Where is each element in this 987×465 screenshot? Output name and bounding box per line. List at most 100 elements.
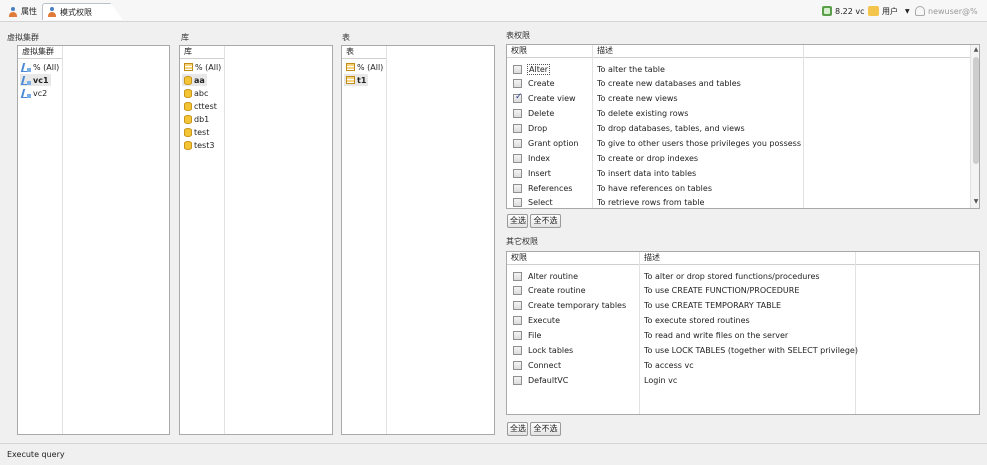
other-privilege-row-create-routine[interactable]: Create routine To use CREATE FUNCTION/PR…: [507, 283, 799, 297]
privilege-description: To use CREATE FUNCTION/PROCEDURE: [644, 285, 800, 295]
other-privilege-row-file[interactable]: File To read and write files on the serv…: [507, 328, 788, 342]
other-privilege-row-connect[interactable]: Connect To access vc: [507, 358, 694, 372]
other-privileges-deselect-all-button[interactable]: 全不选: [530, 422, 561, 436]
privilege-checkbox[interactable]: [513, 285, 522, 295]
cluster-item-all[interactable]: % (All): [20, 61, 61, 73]
cluster-item-vc1[interactable]: vc1: [20, 74, 51, 86]
privilege-checkbox[interactable]: [513, 153, 522, 163]
database-item-aa[interactable]: aa: [182, 74, 207, 86]
table-icon: [346, 63, 355, 71]
privilege-description: Login vc: [644, 375, 678, 385]
database-item-all[interactable]: % (All): [182, 61, 223, 73]
database-item-label: db1: [194, 114, 210, 124]
user-menu[interactable]: 用户 ▼: [868, 5, 910, 17]
privilege-checkbox[interactable]: [513, 138, 522, 148]
tab-schema-privileges-label: 模式权限: [60, 7, 92, 17]
privilege-row-drop[interactable]: Drop To drop databases, tables, and view…: [507, 121, 745, 135]
database-icon: [184, 88, 192, 98]
tab-properties[interactable]: 属性: [4, 3, 41, 20]
tab-schema-privileges[interactable]: 模式权限: [42, 3, 108, 20]
description-column-header[interactable]: 描述: [593, 45, 803, 58]
users-icon: [868, 6, 879, 16]
database-item-test[interactable]: test: [182, 126, 211, 138]
other-privilege-row-lock-tables[interactable]: Lock tables To use LOCK TABLES (together…: [507, 343, 858, 357]
database-icon: [184, 140, 192, 150]
cluster-item-vc2[interactable]: vc2: [20, 87, 49, 99]
privilege-row-create[interactable]: Create To create new databases and table…: [507, 76, 741, 90]
table-item-t1[interactable]: t1: [344, 74, 369, 86]
scroll-up-icon[interactable]: ▲: [971, 45, 979, 55]
tables-list[interactable]: 表 % (All) t1: [341, 45, 495, 435]
privilege-checkbox[interactable]: [513, 108, 522, 118]
privilege-description: To alter the table: [597, 64, 665, 74]
table-item-all[interactable]: % (All): [344, 61, 385, 73]
description-column-header[interactable]: 描述: [640, 252, 855, 265]
top-toolbar: 属性 模式权限 8.22 vc 用户 ▼ newuser@%: [0, 0, 987, 22]
other-privilege-row-defaultvc[interactable]: DefaultVC Login vc: [507, 373, 677, 387]
connection-indicator[interactable]: 8.22 vc: [822, 5, 865, 17]
database-item-test3[interactable]: test3: [182, 139, 216, 151]
privilege-description: To have references on tables: [597, 183, 712, 193]
database-icon: [184, 127, 192, 137]
privilege-description: To retrieve rows from table: [597, 197, 705, 207]
privilege-column-header[interactable]: 权限: [507, 252, 639, 265]
column-separator: [62, 46, 63, 434]
column-separator: [855, 252, 856, 414]
privilege-description: To insert data into tables: [597, 168, 697, 178]
database-connection-icon: [822, 6, 832, 16]
other-privileges-select-all-button[interactable]: 全选: [507, 422, 528, 436]
database-item-cttest[interactable]: cttest: [182, 100, 219, 112]
privilege-description: To drop databases, tables, and views: [597, 123, 745, 133]
tables-column-header[interactable]: 表: [342, 46, 386, 59]
privilege-name: Drop: [528, 123, 548, 133]
privilege-checkbox[interactable]: [513, 345, 522, 355]
privilege-row-insert[interactable]: Insert To insert data into tables: [507, 166, 696, 180]
user-icon: [47, 7, 57, 17]
privilege-name: Alter routine: [528, 271, 579, 281]
privilege-checkbox[interactable]: [513, 315, 522, 325]
databases-list[interactable]: 库 % (All) aa abc cttest db1 test test3: [179, 45, 333, 435]
privilege-checkbox[interactable]: [513, 300, 522, 310]
privilege-description: To use CREATE TEMPORARY TABLE: [644, 300, 782, 310]
database-icon: [184, 114, 192, 124]
table-privileges-grid[interactable]: 权限 描述 Alter To alter the table Create To…: [506, 44, 980, 209]
other-privilege-row-alter-routine[interactable]: Alter routine To alter or drop stored fu…: [507, 269, 820, 283]
table-privileges-deselect-all-button[interactable]: 全不选: [530, 214, 561, 228]
privilege-name: Create temporary tables: [528, 300, 627, 310]
privilege-row-grant-option[interactable]: Grant option To give to other users thos…: [507, 136, 801, 150]
scroll-thumb[interactable]: [973, 57, 979, 164]
privilege-checkbox[interactable]: [513, 123, 522, 133]
privilege-name: Alter: [526, 63, 551, 75]
privilege-checkbox[interactable]: [513, 64, 522, 74]
database-item-db1[interactable]: db1: [182, 113, 211, 125]
empty-column-header: [856, 252, 979, 265]
privilege-checkbox[interactable]: [513, 168, 522, 178]
privilege-checkbox[interactable]: [513, 78, 522, 88]
privilege-row-index[interactable]: Index To create or drop indexes: [507, 151, 698, 165]
table-privileges-select-all-button[interactable]: 全选: [507, 214, 528, 228]
privilege-row-alter[interactable]: Alter To alter the table: [507, 62, 665, 76]
privilege-column-header[interactable]: 权限: [507, 45, 592, 58]
privilege-checkbox[interactable]: [513, 197, 522, 207]
clusters-list[interactable]: 虚拟集群 % (All) vc1 vc2: [17, 45, 170, 435]
privilege-checkbox[interactable]: [513, 375, 522, 385]
database-item-abc[interactable]: abc: [182, 87, 210, 99]
privilege-checkbox[interactable]: [513, 271, 522, 281]
privilege-row-references[interactable]: References To have references on tables: [507, 181, 712, 195]
databases-column-header[interactable]: 库: [180, 46, 224, 59]
privilege-checkbox[interactable]: [513, 183, 522, 193]
other-privileges-grid[interactable]: 权限 描述 Alter routine To alter or drop sto…: [506, 251, 980, 415]
privilege-row-select[interactable]: Select To retrieve rows from table: [507, 195, 704, 208]
privilege-row-create-view[interactable]: Create view To create new views: [507, 91, 678, 105]
privilege-checkbox[interactable]: [513, 360, 522, 370]
other-privilege-row-execute[interactable]: Execute To execute stored routines: [507, 313, 750, 327]
scroll-down-icon[interactable]: ▼: [971, 197, 979, 207]
privilege-checkbox[interactable]: [513, 330, 522, 340]
clusters-column-header[interactable]: 虚拟集群: [18, 46, 62, 59]
current-user[interactable]: newuser@%: [915, 5, 978, 17]
privilege-checkbox[interactable]: [513, 92, 523, 103]
cluster-item-label: vc2: [33, 88, 48, 98]
table-privileges-scrollbar[interactable]: ▲ ▼: [970, 45, 979, 208]
other-privilege-row-create-temporary-tables[interactable]: Create temporary tables To use CREATE TE…: [507, 298, 781, 312]
privilege-row-delete[interactable]: Delete To delete existing rows: [507, 106, 688, 120]
